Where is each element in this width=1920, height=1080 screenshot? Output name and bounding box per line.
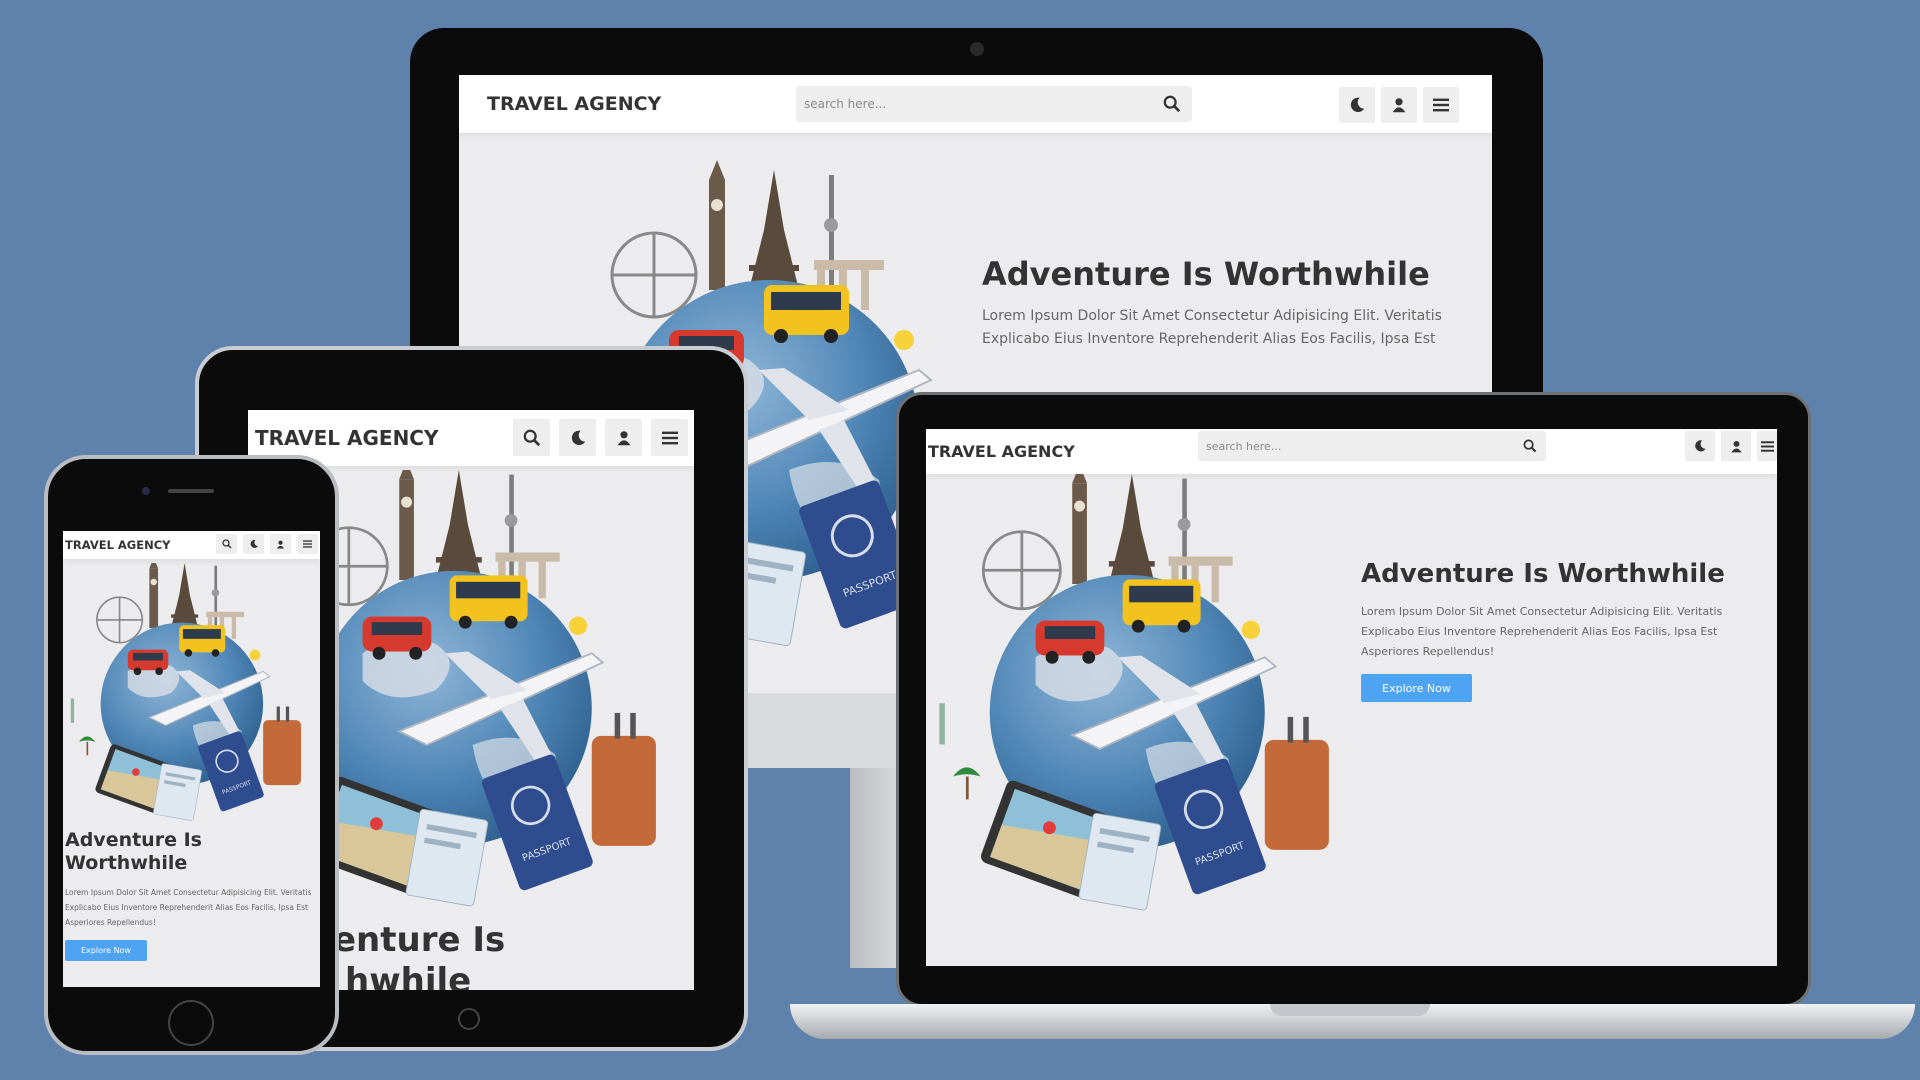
site-logo[interactable]: TRAVEL AGENCY [928, 442, 1075, 461]
search-icon[interactable] [513, 419, 550, 456]
hero-title-line2: Worthwhile [65, 851, 188, 874]
site-logo[interactable]: TRAVEL AGENCY [65, 538, 171, 552]
travel-illustration [70, 563, 302, 822]
hero-section: enture Is hwhile [333, 920, 505, 990]
search-bar[interactable]: search here... [1198, 431, 1546, 461]
header-icons [513, 419, 688, 456]
hero-title: Adventure Is Worthwhile [1361, 559, 1725, 589]
phone-camera [142, 487, 150, 495]
phone-home-button[interactable] [168, 1000, 214, 1046]
moon-icon[interactable] [559, 419, 596, 456]
hero-text: Lorem Ipsum Dolor Sit Amet Consectetur A… [982, 308, 1442, 348]
user-icon[interactable] [605, 419, 642, 456]
search-icon[interactable] [216, 534, 237, 554]
phone-screen: TRAVEL AGENCY Adventure Is Worthwhile Lo… [63, 531, 320, 987]
explore-now-button[interactable]: Explore Now [65, 939, 147, 961]
search-input[interactable]: search here... [804, 97, 886, 111]
hero-section: Adventure Is Worthwhile Lorem Ipsum Dolo… [65, 829, 315, 961]
moon-icon[interactable] [243, 534, 264, 554]
site-header: TRAVEL AGENCY search here... [926, 429, 1777, 474]
hero-title: Adventure Is [65, 829, 202, 851]
explore-now-button[interactable]: Explore Now [1361, 674, 1472, 703]
hero-text: Lorem Ipsum Dolor Sit Amet Consectetur A… [1361, 605, 1723, 659]
site-logo[interactable]: TRAVEL AGENCY [487, 93, 661, 115]
header-icons [216, 534, 318, 554]
phone-speaker [168, 489, 214, 493]
search-icon[interactable] [1522, 438, 1538, 454]
hero-section: Adventure Is Worthwhile Lorem Ipsum Dolo… [1361, 559, 1761, 703]
phone: TRAVEL AGENCY Adventure Is Worthwhile Lo… [44, 455, 339, 1055]
hero-title-line2: hwhile [345, 960, 472, 990]
user-icon[interactable] [1381, 87, 1417, 123]
site-header: TRAVEL AGENCY [63, 531, 320, 559]
search-bar[interactable]: search here... [796, 86, 1192, 122]
menu-icon[interactable] [1757, 431, 1777, 461]
user-icon[interactable] [1721, 431, 1751, 461]
search-icon[interactable] [1162, 94, 1182, 114]
laptop: TRAVEL AGENCY search here... Adventure I… [790, 392, 1915, 1052]
hero-text: Lorem Ipsum Dolor Sit Amet Consectetur A… [65, 887, 312, 927]
hero-title: Adventure Is Worthwhile [982, 255, 1430, 293]
search-input[interactable]: search here... [1206, 440, 1281, 453]
site-header: TRAVEL AGENCY search here... [459, 75, 1492, 133]
menu-icon[interactable] [651, 419, 688, 456]
hero-title: enture Is [333, 920, 506, 960]
header-icons [1685, 431, 1777, 461]
header-icons [1339, 87, 1459, 123]
user-icon[interactable] [270, 534, 291, 554]
hero-section: Adventure Is Worthwhile Lorem Ipsum Dolo… [982, 255, 1452, 351]
monitor-camera [970, 42, 984, 56]
moon-icon[interactable] [1339, 87, 1375, 123]
menu-icon[interactable] [1423, 87, 1459, 123]
laptop-screen: TRAVEL AGENCY search here... Adventure I… [926, 429, 1777, 966]
laptop-trackpad-notch [1270, 1004, 1430, 1016]
tablet-home-button[interactable] [458, 1008, 480, 1030]
site-logo[interactable]: TRAVEL AGENCY [255, 426, 438, 450]
moon-icon[interactable] [1685, 431, 1715, 461]
menu-icon[interactable] [297, 534, 318, 554]
travel-illustration [937, 474, 1331, 912]
